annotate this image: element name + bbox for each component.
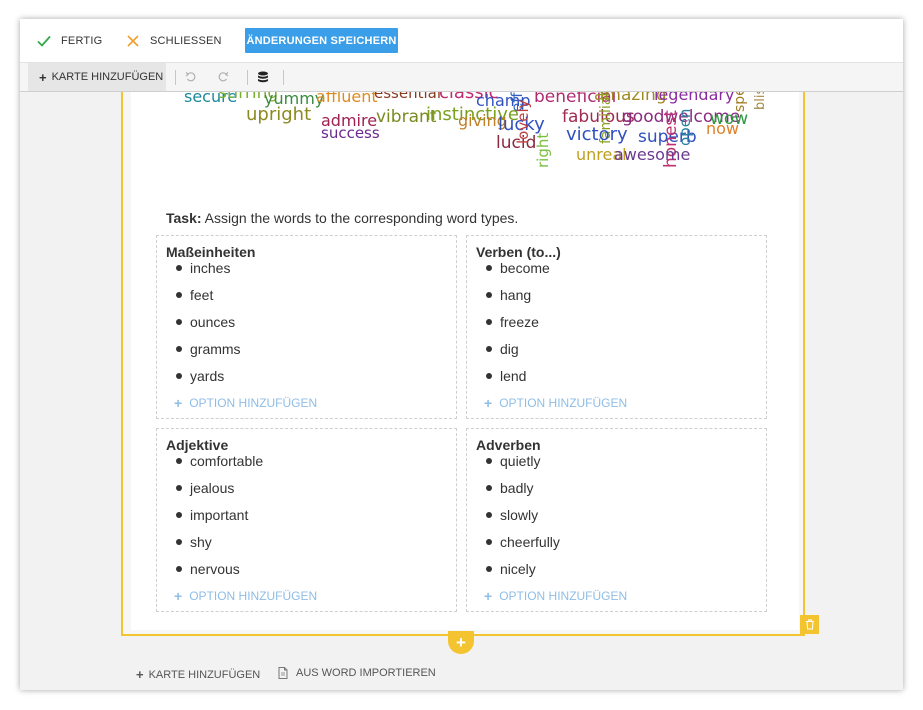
word-cloud-word: essential [374, 92, 441, 102]
plus-icon: + [484, 395, 493, 411]
add-option-button[interactable]: + OPTION HINZUFÜGEN [484, 588, 627, 604]
task-text: Assign the words to the corresponding wo… [204, 210, 519, 226]
option-list: become hang freeze dig lend [467, 260, 550, 395]
option-item[interactable]: dig [467, 341, 550, 368]
save-changes-button[interactable]: ÄNDERUNGEN SPEICHERN [245, 28, 398, 53]
word-cloud-word: right [534, 133, 552, 168]
word-cloud-word: now [706, 119, 739, 138]
category-box-adverben[interactable]: Adverben quietly badly slowly cheerfully… [466, 428, 767, 612]
editor-window: FERTIG SCHLIESSEN ÄNDERUNGEN SPEICHERN +… [20, 19, 903, 690]
option-item[interactable]: become [467, 260, 550, 287]
option-item[interactable]: slowly [467, 507, 560, 534]
done-label: FERTIG [61, 34, 103, 47]
option-item[interactable]: feet [157, 287, 241, 314]
word-cloud-word: legendary [654, 92, 734, 104]
plus-icon: + [174, 588, 183, 604]
word-cloud-word: success [321, 124, 380, 142]
category-title: Adverben [476, 437, 541, 453]
card-toolbar: + KARTE HINZUFÜGEN [20, 63, 903, 92]
close-button[interactable]: SCHLIESSEN [125, 19, 222, 62]
option-list: quietly badly slowly cheerfully nicely [467, 453, 560, 588]
plus-icon: + [174, 395, 183, 411]
word-cloud-word: victory [566, 124, 628, 145]
insert-card-button[interactable]: + [448, 631, 474, 654]
option-item[interactable]: hang [467, 287, 550, 314]
option-item[interactable]: yards [157, 368, 241, 395]
add-option-label: OPTION HINZUFÜGEN [499, 589, 628, 603]
option-item[interactable]: quietly [467, 453, 560, 480]
add-card-label: KARTE HINZUFÜGEN [51, 71, 164, 83]
option-item[interactable]: inches [157, 260, 241, 287]
word-cloud-word: upright [246, 104, 311, 125]
undo-icon[interactable] [183, 69, 199, 85]
task-instruction: Task: Assign the words to the correspond… [166, 210, 518, 226]
word-cloud-word: awesome [614, 145, 690, 164]
add-option-label: OPTION HINZUFÜGEN [499, 396, 628, 410]
word-cloud-word: open [676, 109, 694, 146]
plus-icon: + [456, 632, 466, 652]
check-icon [36, 33, 52, 49]
option-item[interactable]: ounces [157, 314, 241, 341]
option-item[interactable]: comfortable [157, 453, 263, 480]
document-icon [278, 667, 288, 679]
option-item[interactable]: shy [157, 534, 263, 561]
plus-icon: + [484, 588, 493, 604]
close-icon [125, 33, 141, 49]
category-box-verben[interactable]: Verben (to...) become hang freeze dig le… [466, 235, 767, 419]
top-bar: FERTIG SCHLIESSEN ÄNDERUNGEN SPEICHERN [20, 19, 903, 63]
add-option-button[interactable]: + OPTION HINZUFÜGEN [174, 395, 317, 411]
toolbar-divider [247, 70, 248, 85]
trash-icon [805, 619, 814, 630]
option-list: inches feet ounces gramms yards [157, 260, 241, 395]
option-list: comfortable jealous important shy nervou… [157, 453, 263, 588]
word-cloud-word: affluent [316, 92, 378, 106]
word-cloud-word: lovely [514, 99, 532, 144]
category-title: Maßeinheiten [166, 244, 256, 260]
category-box-adjektive[interactable]: Adjektive comfortable jealous important … [156, 428, 457, 612]
exercise-card: secure stirring yummy affluent essential clas… [121, 92, 805, 636]
word-cloud-image: secure stirring yummy affluent essential clas… [156, 92, 776, 190]
add-option-label: OPTION HINZUFÜGEN [189, 589, 318, 603]
add-card-button[interactable]: + KARTE HINZUFÜGEN [28, 63, 166, 91]
toolbar-divider [283, 70, 284, 85]
category-title: Verben (to...) [476, 244, 561, 260]
option-item[interactable]: gramms [157, 341, 241, 368]
toolbar-divider [175, 70, 176, 85]
add-option-label: OPTION HINZUFÜGEN [189, 396, 318, 410]
done-button[interactable]: FERTIG [36, 19, 102, 62]
option-item[interactable]: badly [467, 480, 560, 507]
task-label: Task: [166, 210, 202, 226]
option-item[interactable]: cheerfully [467, 534, 560, 561]
add-option-button[interactable]: + OPTION HINZUFÜGEN [174, 588, 317, 604]
add-card-bottom-label: KARTE HINZUFÜGEN [148, 668, 261, 681]
card-content: secure stirring yummy affluent essential clas… [131, 92, 799, 630]
category-title: Adjektive [166, 437, 229, 453]
import-word-button[interactable]: AUS WORD IMPORTIEREN [278, 667, 436, 679]
import-word-label: AUS WORD IMPORTIEREN [296, 667, 436, 679]
option-item[interactable]: jealous [157, 480, 263, 507]
add-card-bottom-button[interactable]: + KARTE HINZUFÜGEN [136, 667, 260, 682]
word-cloud-word: bliss [753, 92, 768, 110]
option-item[interactable]: nicely [467, 561, 560, 588]
category-box-masseinheiten[interactable]: Maßeinheiten inches feet ounces gramms y… [156, 235, 457, 419]
database-icon[interactable] [255, 69, 271, 85]
option-item[interactable]: lend [467, 368, 550, 395]
option-item[interactable]: important [157, 507, 263, 534]
plus-icon: + [136, 667, 144, 682]
close-label: SCHLIESSEN [150, 34, 222, 47]
option-item[interactable]: nervous [157, 561, 263, 588]
plus-icon: + [39, 69, 47, 85]
redo-icon[interactable] [215, 69, 231, 85]
option-item[interactable]: freeze [467, 314, 550, 341]
delete-card-button[interactable] [800, 615, 819, 634]
add-option-button[interactable]: + OPTION HINZUFÜGEN [484, 395, 627, 411]
